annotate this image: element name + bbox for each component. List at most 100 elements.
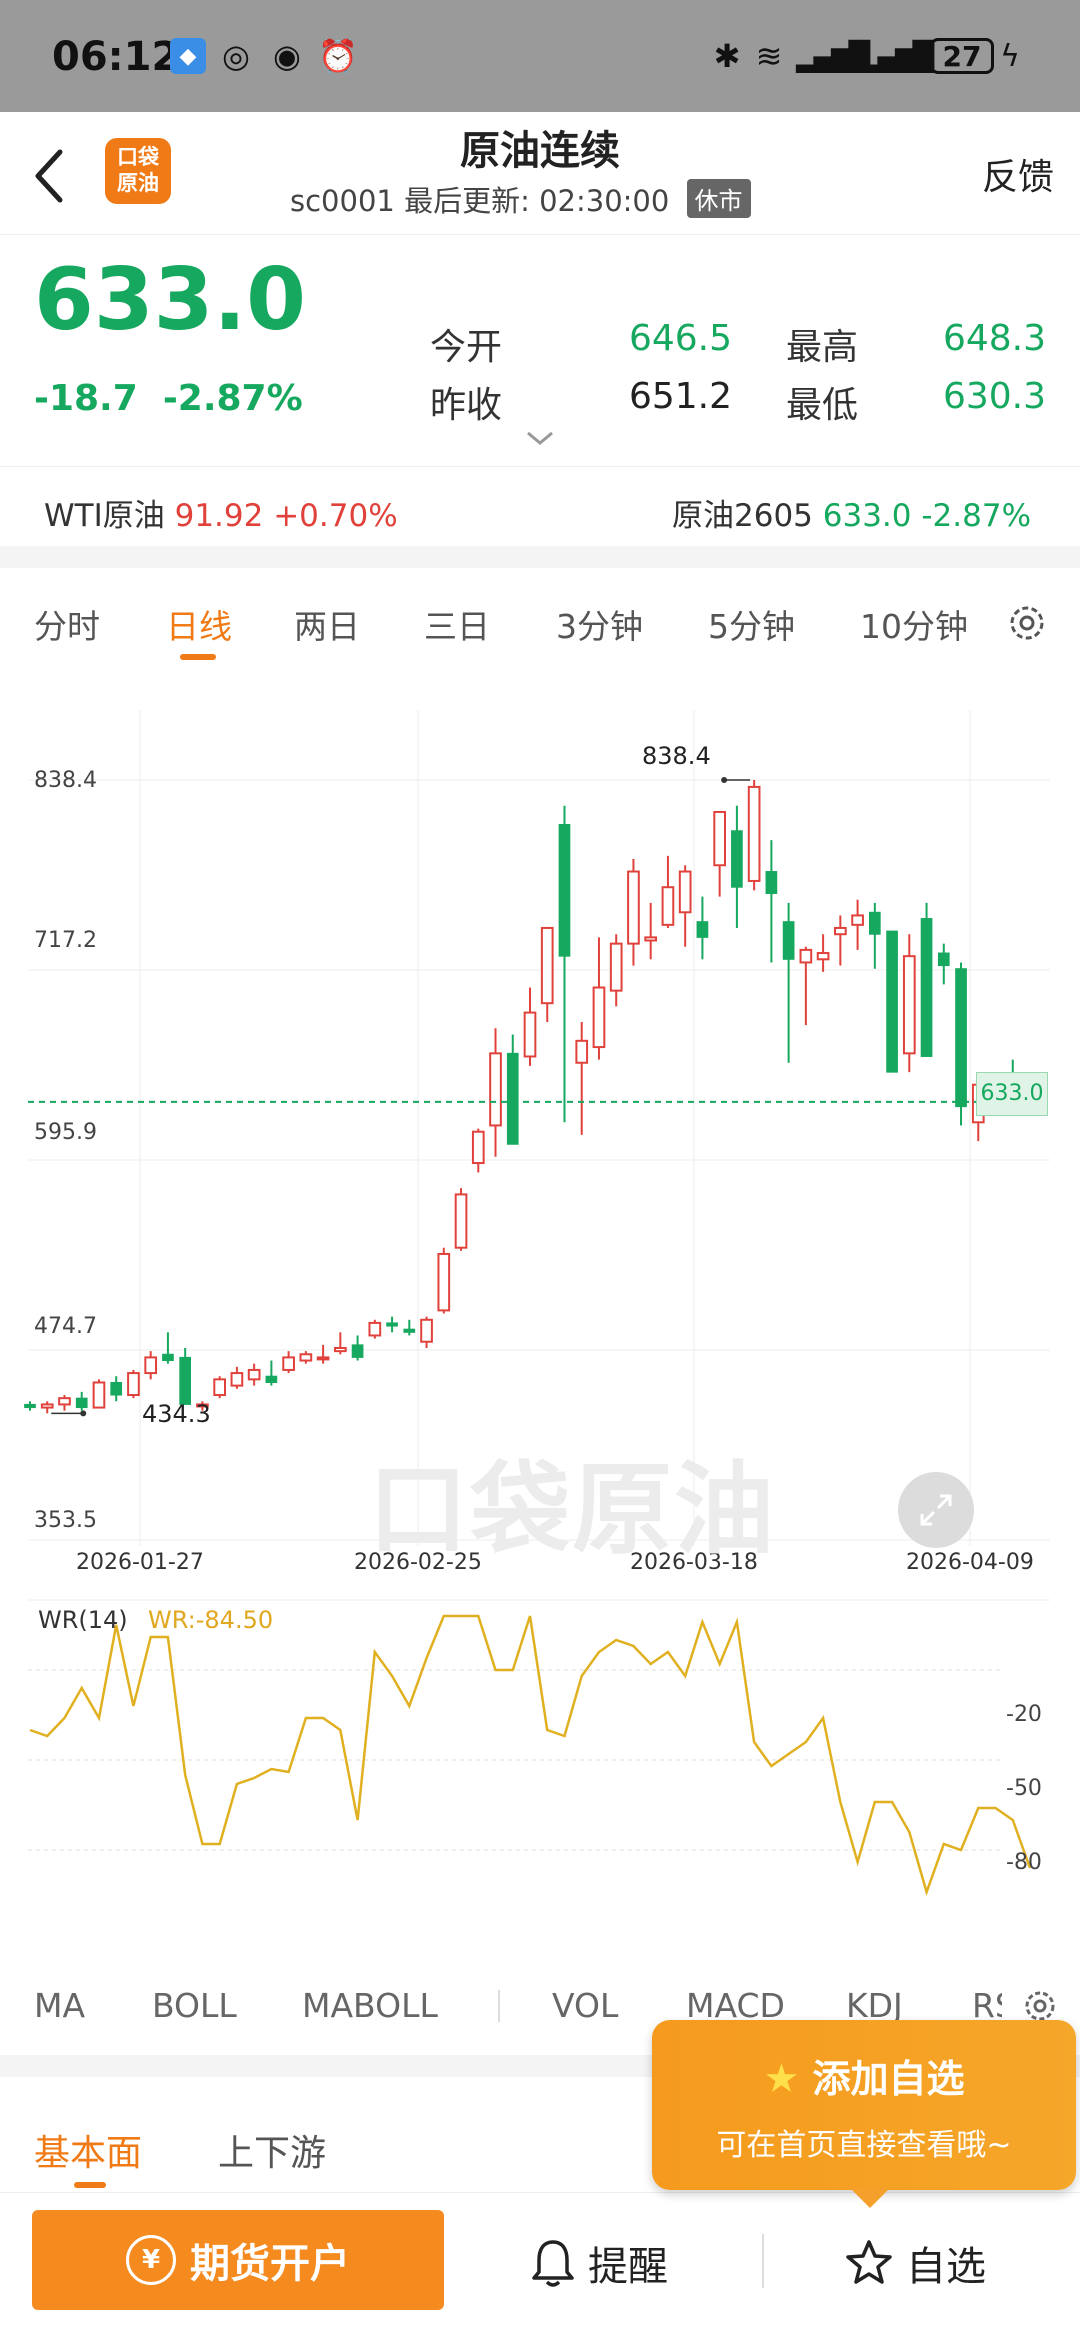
candle-body xyxy=(437,1252,451,1312)
candle-body xyxy=(558,824,571,957)
y-tick-label: 353.5 xyxy=(34,1508,97,1533)
tab-upstream-downstream[interactable]: 上下游 xyxy=(218,2124,326,2176)
candle-body xyxy=(609,942,623,992)
tab-10min[interactable]: 10分钟 xyxy=(860,600,968,648)
feedback-button[interactable]: 反馈 xyxy=(982,148,1054,200)
candle-body xyxy=(920,918,933,1057)
open-value: 646.5 xyxy=(628,318,732,359)
y-tick-label: 474.7 xyxy=(34,1314,97,1339)
fullscreen-button[interactable] xyxy=(898,1472,974,1548)
status-time: 06:12 xyxy=(52,34,180,80)
bell-icon xyxy=(532,2240,574,2287)
page-title: 原油连续 xyxy=(460,128,620,174)
low-label: 最低 xyxy=(786,385,859,426)
tab-daily[interactable]: 日线 xyxy=(166,600,232,648)
tooltip-title: ★ 添加自选 xyxy=(652,2048,1076,2103)
candle-body xyxy=(282,1356,295,1371)
add-watchlist-tooltip[interactable]: ★ 添加自选 可在首页直接查看哦~ xyxy=(652,2020,1076,2190)
remind-button[interactable]: 提醒 xyxy=(530,2234,668,2292)
y-tick-label: 595.9 xyxy=(34,1120,97,1145)
charging-icon: ϟ xyxy=(1000,38,1020,74)
candle-body xyxy=(24,1403,36,1409)
app-notification-icon: ◆ xyxy=(170,38,206,74)
min-pointer-dot xyxy=(80,1410,87,1417)
prev-close-label: 昨收 xyxy=(430,385,503,426)
sc-price: 633.0 xyxy=(822,498,912,534)
tab-5min[interactable]: 5分钟 xyxy=(708,600,795,648)
candle-body xyxy=(799,948,813,964)
candle-body xyxy=(747,785,761,882)
candle-body xyxy=(506,1052,519,1145)
bottom-divider xyxy=(762,2234,764,2288)
candle-body xyxy=(489,1052,502,1127)
tooltip-title-text: 添加自选 xyxy=(812,2057,965,2101)
sc-ticker[interactable]: 原油2605 633.0 -2.87% xyxy=(672,490,1031,535)
watermark: 口袋原油 xyxy=(368,1451,776,1568)
candle-body xyxy=(420,1318,433,1343)
candle-body xyxy=(592,986,606,1049)
change-percent: -2.87% xyxy=(162,378,303,419)
yen-icon: ¥ xyxy=(126,2235,176,2285)
indicator-maboll[interactable]: MABOLL xyxy=(302,1986,438,2025)
candle-body xyxy=(955,968,967,1108)
indicator-vol[interactable]: VOL xyxy=(552,1986,618,2025)
prev-close-value: 651.2 xyxy=(628,376,732,417)
expand-chevron-icon[interactable] xyxy=(525,428,555,448)
candle-body xyxy=(299,1353,313,1362)
wr-line xyxy=(29,1614,1032,1897)
change-value: -18.7 xyxy=(34,378,138,419)
candle-body xyxy=(713,810,727,867)
tab-3min[interactable]: 3分钟 xyxy=(556,600,643,648)
sc-percent: -2.87% xyxy=(921,498,1032,534)
candle-body xyxy=(816,952,830,961)
indicator-ma[interactable]: MA xyxy=(34,1986,85,2025)
candle-body xyxy=(368,1321,382,1337)
tooltip-arrow xyxy=(850,2188,890,2208)
add-watchlist-button[interactable]: 自选 xyxy=(844,2234,986,2292)
candle-body xyxy=(403,1328,416,1333)
wr-title: WR(14) xyxy=(38,1606,128,1634)
open-label: 今开 xyxy=(430,327,503,368)
indicator-boll[interactable]: BOLL xyxy=(152,1986,237,2025)
candle-body xyxy=(731,830,743,888)
candle-body xyxy=(127,1372,140,1397)
x-tick-label: 2026-04-09 xyxy=(906,1550,1034,1575)
candle-body xyxy=(92,1381,106,1409)
tab-intraday[interactable]: 分时 xyxy=(34,600,100,648)
candle-body xyxy=(265,1375,278,1383)
candle-body xyxy=(868,911,881,935)
candle-body xyxy=(213,1378,227,1397)
y-tick-label: 838.4 xyxy=(34,768,97,793)
candle-body xyxy=(661,886,675,926)
wr-value: WR:-84.50 xyxy=(148,1606,274,1634)
candle-body xyxy=(575,1039,589,1064)
candle-body xyxy=(316,1356,330,1361)
x-tick-label: 2026-01-27 xyxy=(76,1550,204,1575)
candle-body xyxy=(523,1011,537,1058)
tab-three-day[interactable]: 三日 xyxy=(424,600,490,648)
candle-body xyxy=(334,1347,347,1353)
low-value: 630.3 xyxy=(942,376,1046,417)
tab-fundamental[interactable]: 基本面 xyxy=(34,2124,142,2176)
min-price-label: 434.3 xyxy=(142,1400,211,1428)
candle-body xyxy=(765,871,778,894)
candle-body xyxy=(902,955,916,1055)
price-change: -18.7 -2.87% xyxy=(34,378,303,419)
candle-body xyxy=(386,1322,398,1327)
candle-body xyxy=(230,1372,244,1387)
settings-gear-icon[interactable] xyxy=(1004,600,1050,646)
watchlist-label: 自选 xyxy=(906,2244,986,2290)
candle-body xyxy=(937,952,950,967)
candle-body xyxy=(851,914,864,926)
tab-two-day[interactable]: 两日 xyxy=(294,600,360,648)
active-tab-indicator xyxy=(180,654,216,660)
candle-body xyxy=(179,1356,192,1405)
high-value: 648.3 xyxy=(942,318,1046,359)
candle-body xyxy=(834,926,847,936)
max-price-label: 838.4 xyxy=(642,742,711,770)
open-account-button[interactable]: ¥ 期货开户 xyxy=(32,2210,444,2310)
wti-ticker[interactable]: WTI原油 91.92 +0.70% xyxy=(44,490,398,535)
candle-body xyxy=(644,936,658,942)
alarm-app-icon: ◎ xyxy=(222,37,250,75)
kline-chart[interactable] xyxy=(0,680,1080,1960)
